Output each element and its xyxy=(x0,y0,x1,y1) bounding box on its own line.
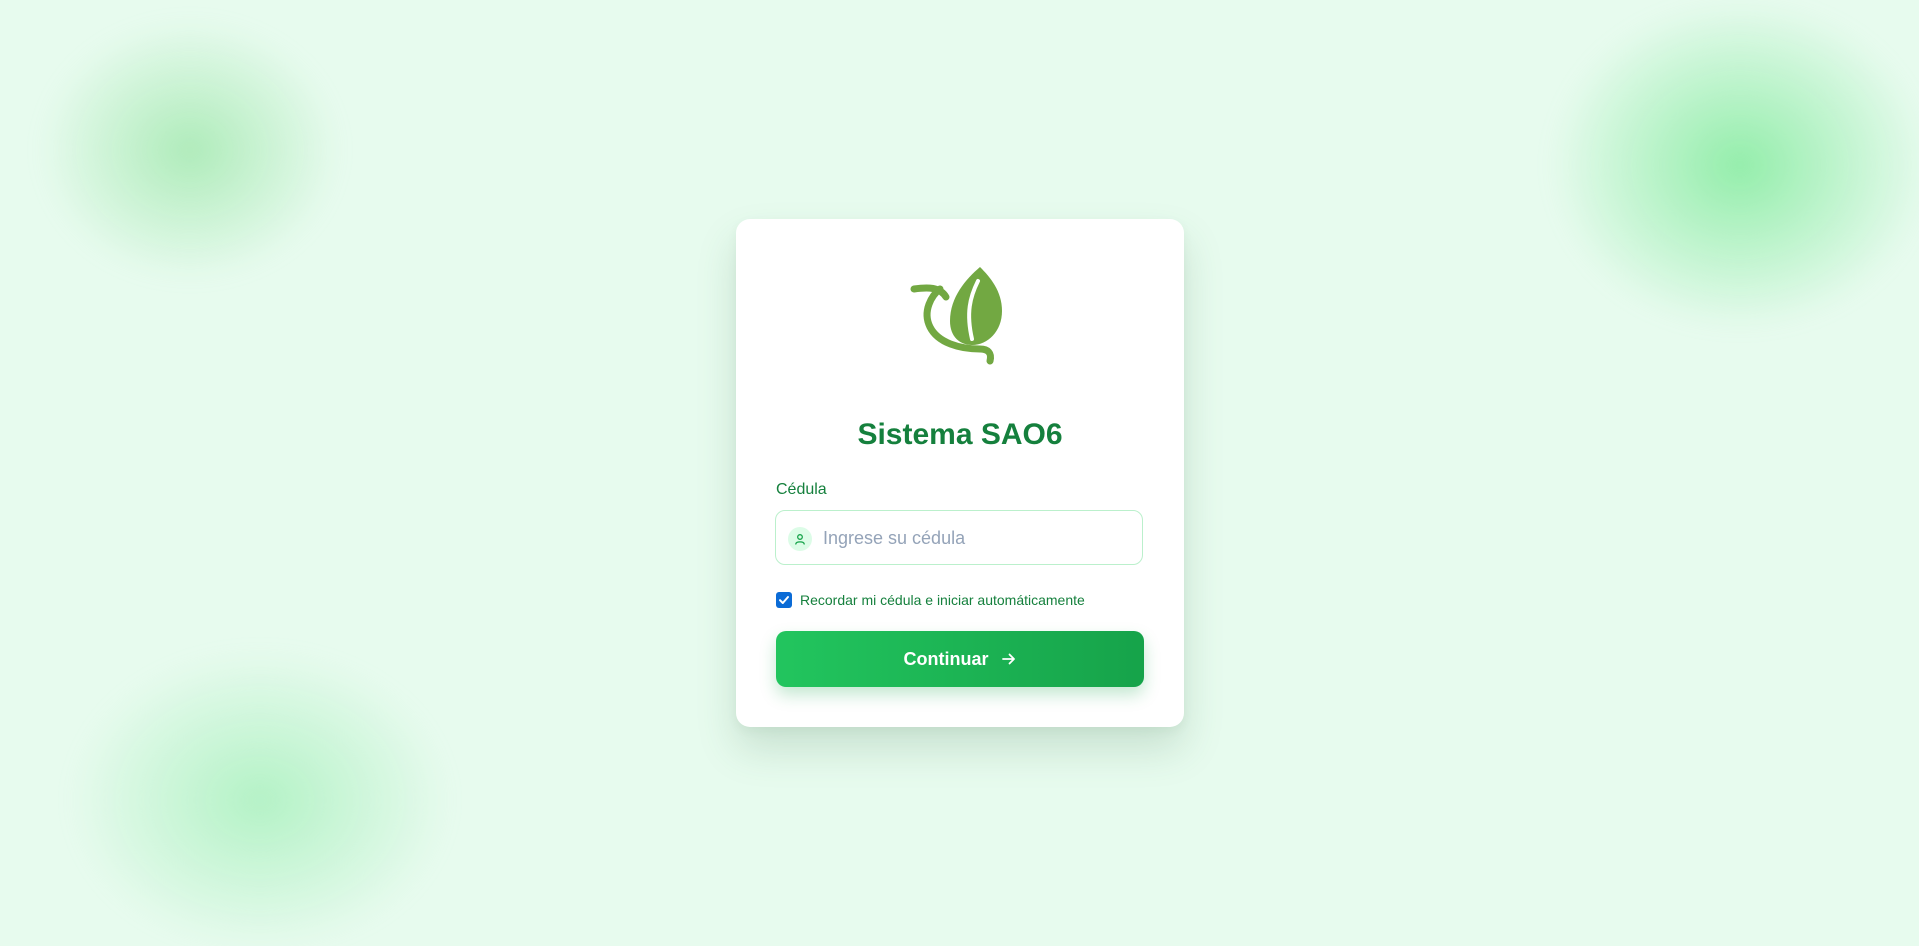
remember-label[interactable]: Recordar mi cédula e iniciar automáticam… xyxy=(800,592,1085,608)
remember-checkbox[interactable] xyxy=(776,592,792,608)
continue-button[interactable]: Continuar xyxy=(776,631,1144,687)
cedula-input[interactable] xyxy=(823,519,1123,557)
background-blob-top-right xyxy=(1550,0,1919,330)
arrow-right-icon xyxy=(1001,651,1017,667)
background-blob-top-left xyxy=(40,20,340,280)
checkmark-icon xyxy=(779,596,789,604)
user-icon xyxy=(788,527,812,551)
background-blob-bottom-left xyxy=(70,650,450,946)
page-title: Sistema SAO6 xyxy=(857,418,1063,451)
cedula-label: Cédula xyxy=(776,481,827,498)
continue-button-label: Continuar xyxy=(903,648,989,669)
cedula-field[interactable] xyxy=(775,510,1143,565)
remember-option[interactable]: Recordar mi cédula e iniciar automáticam… xyxy=(776,591,1085,609)
login-card: Sistema SAO6 Cédula Recordar mi cédula e… xyxy=(736,219,1184,727)
leaf-icon xyxy=(910,267,1010,371)
